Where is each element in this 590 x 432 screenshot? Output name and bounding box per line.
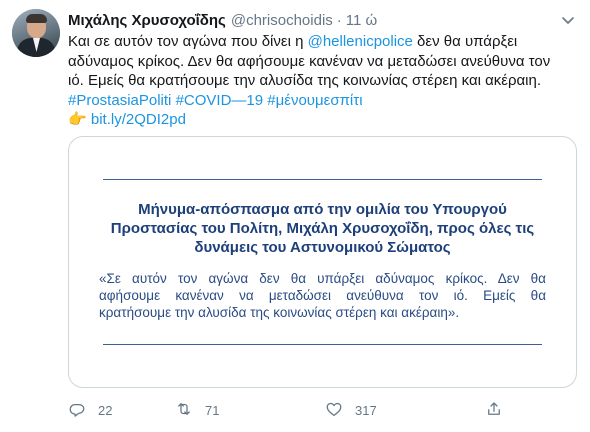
retweet-icon [175, 400, 193, 421]
reply-count: 22 [98, 402, 113, 418]
like-button[interactable]: 317 [325, 400, 377, 421]
card-title-line: Μήνυμα-απόσπασμα από την ομιλία του Υπου… [138, 201, 507, 218]
like-count: 317 [355, 402, 377, 418]
tweet-header: Μιχάλης Χρυσοχοΐδης @chrisochoidis · 11 … [68, 10, 377, 30]
card-quote-line: «Σε αυτόν τον αγώνα δεν θα υπάρξει αδύνα… [99, 271, 546, 286]
tweet-line-1: Και σε αυτόν τον αγώνα που δίνει η @hell… [68, 32, 578, 52]
card-quote: «Σε αυτόν τον αγώνα δεν θα υπάρξει αδύνα… [99, 270, 546, 321]
share-icon [485, 400, 503, 421]
share-button[interactable] [485, 400, 503, 421]
tweet[interactable]: Μιχάλης Χρυσοχοΐδης @chrisochoidis · 11 … [0, 0, 590, 432]
tweet-line-3: ιό. Εμείς θα κρατήσουμε την αλυσίδα της … [68, 72, 542, 89]
hashtag-link[interactable]: #μένουμεσπίτι [267, 92, 362, 109]
card-title: Μήνυμα-απόσπασμα από την ομιλία του Υπου… [89, 200, 556, 257]
short-url-link[interactable]: bit.ly/2QDI2pd [91, 111, 186, 128]
card-quote-line: αφήσουμε κανέναν να μεταδώσει ανεύθυνα τ… [99, 288, 546, 303]
card-title-line: Προστασίας του Πολίτη, Μιχάλη Χρυσοχοΐδη… [110, 220, 535, 237]
hashtag-line: #ProstasiaPoliti #COVID—19 #μένουμεσπίτι [68, 91, 578, 111]
retweet-button[interactable]: 71 [175, 400, 219, 421]
hashtag-link[interactable]: #COVID—19 [176, 92, 264, 109]
tweet-text-part: δεν θα υπάρξει [412, 33, 518, 50]
author-handle[interactable]: @chrisochoidis [231, 12, 333, 29]
url-line: 👉 bit.ly/2QDI2pd [68, 110, 578, 130]
card-divider-top [103, 179, 542, 180]
card-title-line: δυνάμεις του Αστυνομικού Σώματος [194, 239, 451, 256]
action-bar: 22 71 317 [68, 400, 578, 420]
tweet-text: Και σε αυτόν τον αγώνα που δίνει η @hell… [68, 32, 578, 130]
mention-link[interactable]: @hellenicpolice [308, 33, 413, 50]
tweet-line-2: αδύναμος κρίκος. Δεν θα αφήσουμε κανέναν… [68, 52, 551, 70]
author-name[interactable]: Μιχάλης Χρυσοχοΐδης [68, 12, 226, 29]
tweet-text-part: Και σε αυτόν τον αγώνα που δίνει η [68, 33, 308, 50]
tweet-timestamp[interactable]: 11 ώ [346, 12, 377, 29]
reply-button[interactable]: 22 [68, 400, 112, 421]
heart-icon [325, 400, 343, 421]
hashtag-link[interactable]: #ProstasiaPoliti [68, 92, 171, 109]
pointing-hand-icon: 👉 [68, 111, 87, 128]
card-quote-line: κρατήσουμε την αλυσίδα της κοινωνίας στέ… [99, 305, 460, 320]
separator-dot: · [336, 11, 342, 29]
media-card[interactable]: Μήνυμα-απόσπασμα από την ομιλία του Υπου… [68, 136, 577, 388]
retweet-count: 71 [205, 402, 220, 418]
card-divider-bottom [103, 344, 542, 345]
chevron-down-icon[interactable] [560, 12, 576, 28]
avatar[interactable] [12, 9, 60, 57]
reply-icon [68, 400, 86, 421]
